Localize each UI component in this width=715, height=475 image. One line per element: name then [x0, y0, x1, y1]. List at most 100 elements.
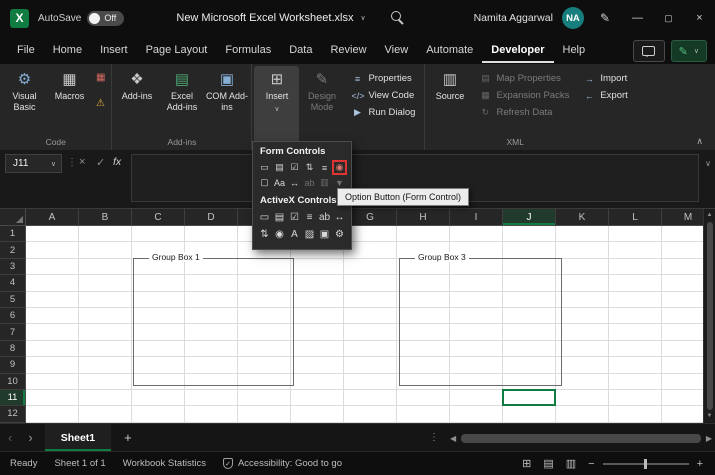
comments-button[interactable]: [632, 40, 665, 62]
document-title-button[interactable]: New Microsoft Excel Worksheet.xlsx ∨: [176, 12, 365, 24]
formula-bar-expand-icon[interactable]: ∨: [705, 159, 711, 168]
check-box-icon[interactable]: ☑: [287, 160, 302, 175]
cell-K6[interactable]: [556, 307, 609, 325]
scroll-up-icon[interactable]: ▲: [707, 212, 713, 219]
cell-H12[interactable]: [397, 406, 450, 423]
cell-B11[interactable]: [79, 389, 132, 407]
cell-L7[interactable]: [609, 324, 662, 341]
column-header-C[interactable]: C: [132, 209, 185, 226]
option-button-icon[interactable]: ◉: [272, 226, 287, 243]
group-box-icon[interactable]: ▢: [257, 175, 272, 190]
macros-button[interactable]: ▦ Macros: [47, 66, 92, 136]
tab-file[interactable]: File: [8, 38, 44, 63]
cell-I12[interactable]: [450, 406, 503, 423]
column-header-K[interactable]: K: [556, 209, 609, 226]
check-box-icon[interactable]: ☑: [287, 209, 302, 226]
select-all-button[interactable]: [0, 209, 26, 226]
tab-automate[interactable]: Automate: [417, 38, 482, 63]
cell-G10[interactable]: [344, 373, 397, 390]
com-add-ins-button[interactable]: ▣ COM Add-ins: [204, 66, 249, 136]
normal-view-icon[interactable]: ⊞: [522, 457, 531, 470]
cell-J2[interactable]: [503, 242, 556, 259]
tab-data[interactable]: Data: [280, 38, 321, 63]
cell-B8[interactable]: [79, 340, 132, 358]
cell-F5[interactable]: [291, 291, 344, 308]
cell-K10[interactable]: [556, 373, 609, 390]
horizontal-scrollbar[interactable]: ◀ ▶: [450, 424, 712, 452]
macro-security-warning-icon[interactable]: ⚠: [96, 99, 105, 109]
cell-K2[interactable]: [556, 242, 609, 259]
tab-help[interactable]: Help: [554, 38, 595, 63]
cell-F6[interactable]: [291, 307, 344, 325]
option-button-icon[interactable]: ◉: [332, 160, 347, 175]
pen-icon[interactable]: ✎: [600, 11, 610, 25]
cell-G11[interactable]: [344, 389, 397, 407]
cell-L9[interactable]: [609, 357, 662, 374]
cell-G12[interactable]: [344, 406, 397, 423]
import-button[interactable]: → Import: [583, 73, 627, 84]
cell-D1[interactable]: [185, 226, 238, 243]
spin-button-icon[interactable]: ⇅: [302, 160, 317, 175]
cell-L3[interactable]: [609, 258, 662, 276]
sheet-tab-sheet1[interactable]: Sheet1: [44, 424, 112, 451]
new-sheet-button[interactable]: +: [111, 430, 145, 445]
cell-G5[interactable]: [344, 291, 397, 308]
cell-F10[interactable]: [291, 373, 344, 390]
design-mode-button[interactable]: ✎ Design Mode: [299, 66, 344, 146]
row-header-4[interactable]: 4: [0, 275, 26, 292]
cell-D11[interactable]: [185, 389, 238, 407]
column-header-A[interactable]: A: [26, 209, 79, 226]
scroll-bar-icon[interactable]: ↔: [287, 175, 302, 190]
tab-review[interactable]: Review: [321, 38, 375, 63]
cell-K11[interactable]: [556, 389, 609, 407]
row-header-1[interactable]: 1: [0, 226, 26, 243]
cell-B10[interactable]: [79, 373, 132, 390]
image-icon[interactable]: ▨: [302, 226, 317, 243]
cell-B4[interactable]: [79, 275, 132, 292]
zoom-slider[interactable]: [602, 458, 689, 469]
cell-L10[interactable]: [609, 373, 662, 390]
scroll-down-icon[interactable]: ▼: [707, 413, 713, 420]
row-header-10[interactable]: 10: [0, 373, 26, 390]
spin-button-icon[interactable]: ⇅: [257, 226, 272, 243]
horizontal-scrollbar-thumb[interactable]: [461, 433, 701, 443]
cell-G3[interactable]: [344, 258, 397, 276]
properties-button[interactable]: ≡ Properties: [351, 73, 415, 84]
cell-G9[interactable]: [344, 357, 397, 374]
cell-K7[interactable]: [556, 324, 609, 341]
cell-G6[interactable]: [344, 307, 397, 325]
refresh-data-button[interactable]: ↻ Refresh Data: [479, 107, 569, 118]
cell-F8[interactable]: [291, 340, 344, 358]
cell-H1[interactable]: [397, 226, 450, 243]
row-header-3[interactable]: 3: [0, 258, 26, 276]
vertical-scrollbar[interactable]: ▲ ▼: [703, 209, 715, 423]
cell-B12[interactable]: [79, 406, 132, 423]
cell-A11[interactable]: [26, 389, 79, 407]
cell-L1[interactable]: [609, 226, 662, 243]
zoom-slider-knob[interactable]: [643, 458, 647, 469]
map-properties-button[interactable]: ▤ Map Properties: [479, 73, 569, 84]
cell-F11[interactable]: [291, 389, 344, 407]
name-box-splitter-icon[interactable]: ⋮: [67, 157, 77, 168]
cell-L12[interactable]: [609, 406, 662, 423]
column-header-J[interactable]: J: [503, 209, 556, 226]
view-code-button[interactable]: </> View Code: [351, 90, 415, 101]
row-header-7[interactable]: 7: [0, 324, 26, 341]
maximize-button[interactable]: ▢: [653, 0, 684, 36]
label-icon[interactable]: A: [287, 226, 302, 243]
cell-F9[interactable]: [291, 357, 344, 374]
cell-B9[interactable]: [79, 357, 132, 374]
cell-G8[interactable]: [344, 340, 397, 358]
cell-J12[interactable]: [503, 406, 556, 423]
cell-F7[interactable]: [291, 324, 344, 341]
row-header-12[interactable]: 12: [0, 406, 26, 423]
search-button[interactable]: [390, 10, 406, 26]
text-field-icon[interactable]: ab: [302, 175, 317, 190]
row-header-8[interactable]: 8: [0, 340, 26, 358]
combo-list-edit-icon[interactable]: ▥: [317, 175, 332, 190]
cell-A8[interactable]: [26, 340, 79, 358]
insert-function-button[interactable]: fx: [113, 156, 121, 168]
cell-I11[interactable]: [450, 389, 503, 407]
next-sheet-icon[interactable]: ›: [20, 430, 40, 445]
tab-home[interactable]: Home: [44, 38, 91, 63]
